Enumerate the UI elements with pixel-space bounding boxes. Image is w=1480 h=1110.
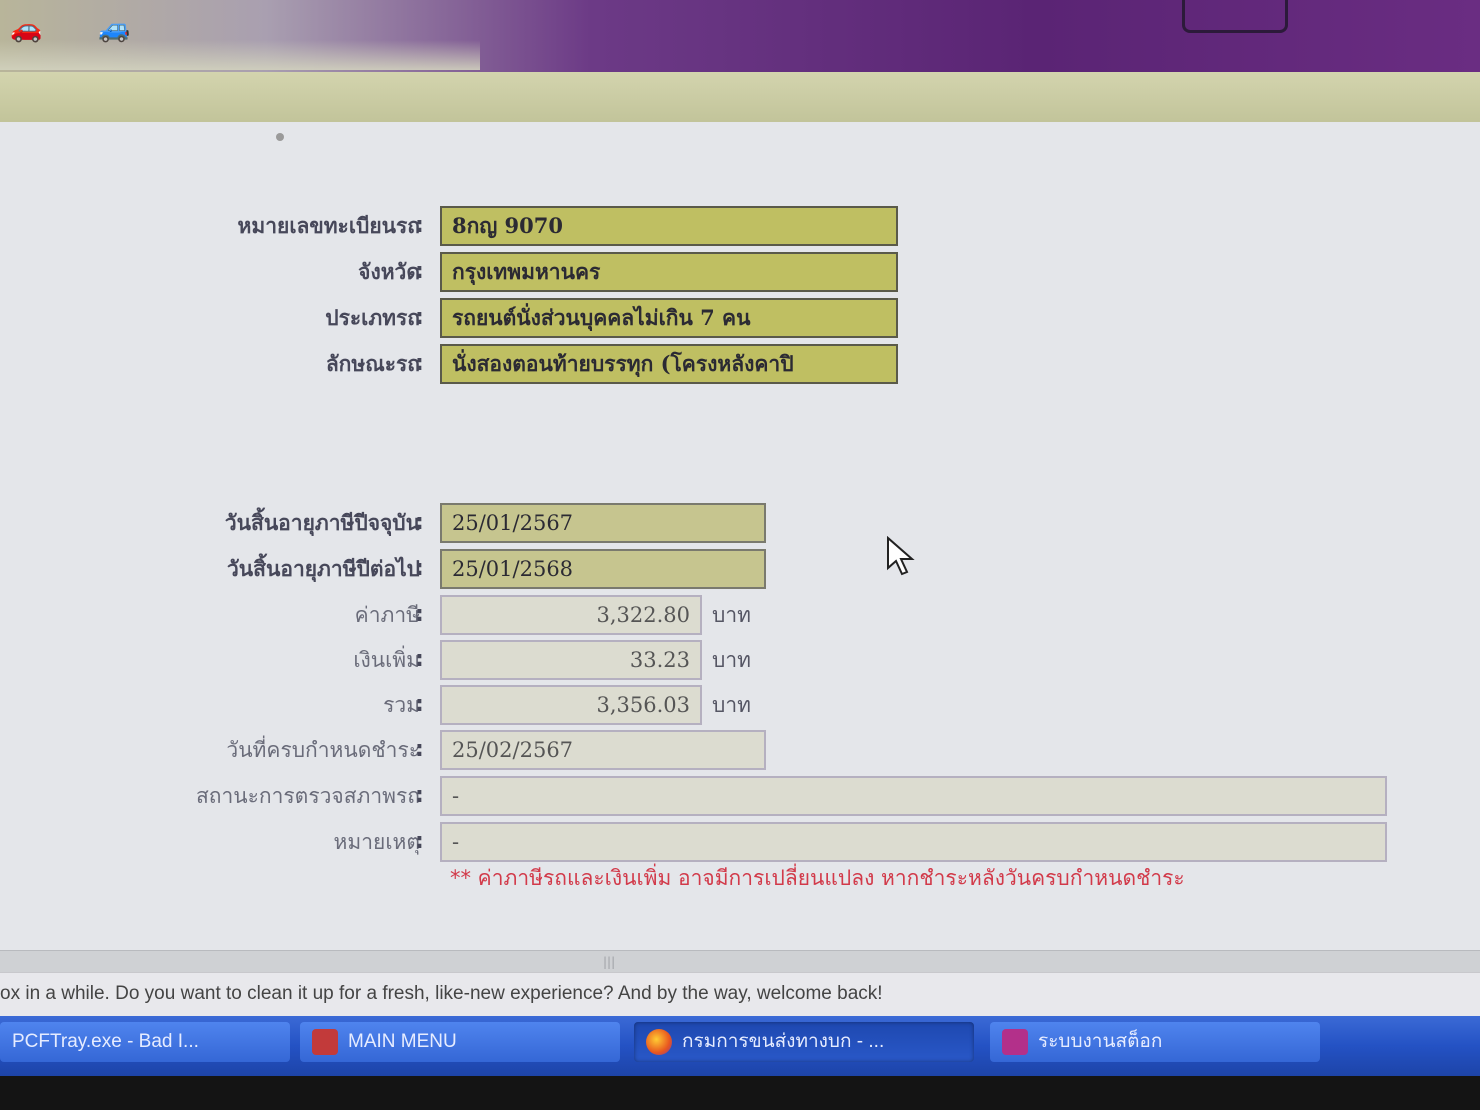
taskbar-item-label: ระบบงานสต็อก — [1038, 1031, 1163, 1052]
inspection-status-field[interactable]: - — [440, 776, 1387, 816]
colon: : — [415, 510, 424, 535]
surcharge-field[interactable]: 33.23 — [440, 640, 702, 680]
vehicle-type-label: ประเภทรถ — [325, 305, 420, 330]
colon: : — [415, 829, 424, 854]
due-date-field[interactable]: 25/02/2567 — [440, 730, 766, 770]
next-expiry-field[interactable]: 25/01/2568 — [440, 549, 766, 589]
current-expiry-field[interactable]: 25/01/2567 — [440, 503, 766, 543]
inspection-status-label: สถานะการตรวจสภาพรถ — [195, 784, 420, 808]
colon: : — [415, 351, 424, 376]
due-date-label: วันที่ครบกำหนดชำระ — [226, 738, 420, 762]
surcharge-unit: บาท — [712, 648, 751, 672]
remark-label: หมายเหตุ — [333, 830, 420, 854]
colon: : — [415, 305, 424, 330]
province-label: จังหวัด — [358, 259, 420, 284]
banner-road-graphic — [0, 40, 480, 70]
tax-amount-unit: บาท — [712, 603, 751, 627]
taskbar-item-main-menu[interactable]: MAIN MENU — [300, 1022, 620, 1062]
total-unit: บาท — [712, 693, 751, 717]
colon: : — [415, 737, 424, 762]
taskbar-item-firefox[interactable]: กรมการขนส่งทางบก - ... — [634, 1022, 974, 1062]
vehicle-style-label: ลักษณะรถ — [325, 351, 420, 376]
tax-warning-note: ** ค่าภาษีรถและเงินเพิ่ม อาจมีการเปลี่ยน… — [450, 866, 1185, 890]
header-banner: 🚗 🚙 — [0, 0, 1480, 72]
vehicle-type-field[interactable]: รถยนต์นั่งส่วนบุคคลไม่เกิน 7 คน — [440, 298, 898, 338]
monitor-bezel — [0, 1076, 1480, 1110]
remark-field[interactable]: - — [440, 822, 1387, 862]
notification-text: ox in a while. Do you want to clean it u… — [0, 983, 883, 1004]
tax-amount-label: ค่าภาษี — [354, 603, 420, 627]
next-expiry-label: วันสิ้นอายุภาษีปีต่อไป — [227, 556, 420, 581]
vehicle-style-field[interactable]: นั่งสองตอนท้ายบรรทุก (โครงหลังคาปิ — [440, 344, 898, 384]
total-label: รวม — [383, 693, 420, 717]
mouse-cursor-icon — [887, 536, 915, 576]
stock-app-icon — [1002, 1028, 1028, 1055]
taskbar-item-label: กรมการขนส่งทางบก - ... — [682, 1031, 885, 1052]
truck-icon: 🚙 — [98, 14, 131, 44]
taskbar: PCFTray.exe - Bad I... MAIN MENU กรมการข… — [0, 1016, 1480, 1076]
tax-amount-field[interactable]: 3,322.80 — [440, 595, 702, 635]
colon: : — [415, 783, 424, 808]
colon: : — [415, 692, 424, 717]
dlt-logo-icon — [1182, 0, 1288, 33]
car-icon: 🚗 — [10, 14, 43, 44]
current-expiry-label: วันสิ้นอายุภาษีปีจจุบัน — [224, 510, 420, 535]
taskbar-item-label: MAIN MENU — [348, 1031, 457, 1052]
header-strip — [0, 72, 1480, 122]
plate-number-label: หมายเลขทะเบียนรถ — [237, 213, 420, 238]
colon: : — [415, 556, 424, 581]
bullet-dot — [276, 133, 284, 141]
menu-app-icon — [312, 1028, 338, 1055]
plate-number-field[interactable]: 8กญ 9070 — [440, 206, 898, 246]
colon: : — [415, 602, 424, 627]
surcharge-label: เงินเพิ่ม — [353, 648, 420, 672]
taskbar-item-pcftray[interactable]: PCFTray.exe - Bad I... — [0, 1022, 290, 1062]
total-field[interactable]: 3,356.03 — [440, 685, 702, 725]
notification-bar: ox in a while. Do you want to clean it u… — [0, 972, 1480, 1017]
taskbar-item-stock[interactable]: ระบบงานสต็อก — [990, 1022, 1320, 1062]
province-field[interactable]: กรุงเทพมหานคร — [440, 252, 898, 292]
horizontal-scrollbar[interactable] — [0, 950, 1480, 973]
colon: : — [415, 647, 424, 672]
taskbar-item-label: PCFTray.exe - Bad I... — [12, 1031, 199, 1052]
firefox-icon — [646, 1028, 672, 1055]
scrollbar-grip-icon[interactable]: ||| — [603, 955, 615, 969]
colon: : — [415, 259, 424, 284]
colon: : — [415, 213, 424, 238]
